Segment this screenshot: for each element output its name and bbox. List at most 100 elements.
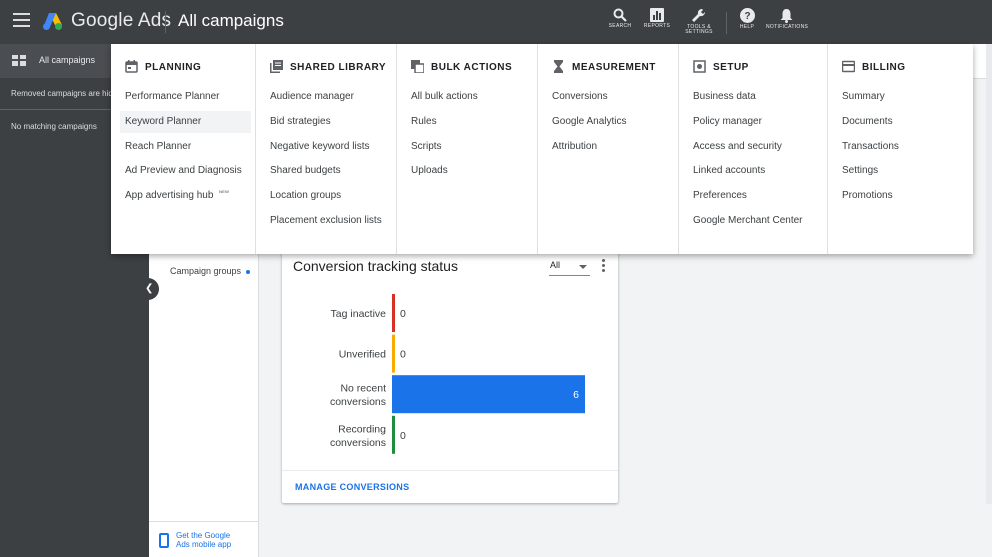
- no-matching-campaigns: No matching campaigns: [11, 122, 97, 131]
- more-options-icon[interactable]: [600, 259, 606, 273]
- menu-item-attribution[interactable]: Attribution: [547, 136, 674, 158]
- bar-tag-inactive[interactable]: [392, 294, 395, 332]
- menu-item-access-and-security[interactable]: Access and security: [688, 136, 823, 158]
- new-badge: NEW: [219, 189, 230, 195]
- menu-item-summary[interactable]: Summary: [837, 86, 968, 108]
- google-ads-logo: [43, 13, 62, 30]
- card-footer: MANAGE CONVERSIONS: [282, 470, 618, 503]
- menu-column-setup: SETUP Business data Policy manager Access a…: [679, 44, 828, 254]
- menu-item-keyword-planner[interactable]: Keyword Planner: [120, 110, 251, 133]
- top-app-bar: Google Ads All campaigns SEARCH REPORTS …: [0, 0, 992, 44]
- menu-item-label: Access and security: [693, 140, 782, 152]
- menu-item-app-advertising-hub[interactable]: App advertising hub NEW: [120, 185, 251, 207]
- category-label: conversions: [330, 437, 386, 449]
- menu-item-policy-manager[interactable]: Policy manager: [688, 111, 823, 133]
- scrollbar[interactable]: [986, 44, 992, 504]
- search-label: SEARCH: [608, 23, 632, 29]
- menu-column-measurement: MEASUREMENT Conversions Google Analytics At…: [538, 44, 679, 254]
- menu-item-label: Conversions: [552, 91, 608, 102]
- menu-item-ad-preview-and-diagnosis[interactable]: Ad Preview and Diagnosis: [120, 160, 251, 182]
- library-icon: [270, 60, 283, 73]
- menu-column-title: SETUP: [713, 62, 749, 73]
- bar-no-recent-conversions[interactable]: [392, 375, 585, 414]
- menu-item-transactions[interactable]: Transactions: [837, 136, 968, 158]
- menu-item-google-merchant-center[interactable]: Google Merchant Center: [688, 210, 823, 232]
- menu-column-bulk-actions: BULK ACTIONS All bulk actions Rules Scripts…: [397, 44, 538, 254]
- menu-item-business-data[interactable]: Business data: [688, 86, 823, 108]
- menu-item-label: Transactions: [842, 140, 899, 152]
- calendar-icon: [125, 60, 138, 73]
- status-filter-value: All: [550, 260, 561, 270]
- brand-name: Google Ads: [71, 10, 172, 31]
- conversion-tracking-card: Conversion tracking status All Tag inact…: [282, 238, 618, 503]
- menu-item-bid-strategies[interactable]: Bid strategies: [265, 111, 392, 133]
- menu-item-placement-exclusion-lists[interactable]: Placement exclusion lists: [265, 210, 392, 232]
- menu-item-label: Audience manager: [270, 91, 354, 102]
- menu-item-label: Business data: [693, 91, 756, 102]
- tools-settings-button[interactable]: TOOLS & SETTINGS: [679, 8, 719, 35]
- menu-item-google-analytics[interactable]: Google Analytics: [547, 111, 674, 133]
- help-icon: ?: [739, 8, 755, 23]
- menu-item-label: Ad Preview and Diagnosis: [125, 165, 242, 177]
- bar-recording-conversions[interactable]: [392, 415, 395, 454]
- help-button[interactable]: ? HELP: [727, 8, 767, 30]
- page-menu-item-campaign-groups[interactable]: Campaign groups: [170, 266, 241, 276]
- menu-item-negative-keyword-lists[interactable]: Negative keyword lists: [265, 136, 392, 158]
- menu-column-title: BILLING: [862, 62, 906, 73]
- phone-icon: [159, 533, 169, 548]
- mobile-app-promo[interactable]: Get the Google Ads mobile app: [149, 521, 259, 557]
- menu-item-all-bulk-actions[interactable]: All bulk actions: [406, 86, 533, 108]
- value-label: 0: [400, 308, 406, 320]
- menu-item-label: Preferences: [693, 190, 747, 202]
- menu-item-location-groups[interactable]: Location groups: [265, 185, 392, 207]
- page-header-edge: [972, 44, 986, 79]
- hourglass-icon: [554, 60, 563, 73]
- menu-column-billing: BILLING Summary Documents Transactions Setti…: [828, 44, 973, 254]
- value-label: 0: [400, 349, 406, 361]
- menu-item-label: Documents: [842, 115, 893, 127]
- menu-item-shared-budgets[interactable]: Shared budgets: [265, 160, 392, 182]
- reports-label: REPORTS: [643, 23, 671, 29]
- menu-item-label: Performance Planner: [125, 91, 220, 102]
- bar-unverified[interactable]: [392, 334, 395, 373]
- manage-conversions-link[interactable]: MANAGE CONVERSIONS: [295, 482, 409, 492]
- status-filter-select[interactable]: All: [549, 256, 590, 276]
- menu-icon[interactable]: [13, 13, 30, 27]
- menu-item-label: Attribution: [552, 140, 598, 152]
- menu-item-scripts[interactable]: Scripts: [406, 136, 533, 158]
- menu-item-label: App advertising hub: [125, 190, 214, 202]
- dashboard-icon: [12, 55, 26, 66]
- search-button[interactable]: SEARCH: [600, 8, 640, 29]
- setup-icon: [693, 60, 706, 73]
- category-label: Tag inactive: [331, 308, 387, 320]
- chevron-left-icon: ❮: [145, 283, 154, 294]
- menu-item-label: Settings: [842, 165, 879, 177]
- menu-item-conversions[interactable]: Conversions: [547, 86, 674, 108]
- reports-button[interactable]: REPORTS: [637, 8, 677, 29]
- new-indicator-dot: [246, 270, 250, 274]
- dropdown-arrow-icon: [579, 265, 587, 269]
- menu-item-promotions[interactable]: Promotions: [837, 185, 968, 207]
- menu-item-uploads[interactable]: Uploads: [406, 160, 533, 182]
- value-label: 6: [573, 389, 579, 401]
- menu-column-title: SHARED LIBRARY: [290, 62, 387, 73]
- menu-column-shared-library: SHARED LIBRARY Audience manager Bid strate…: [256, 44, 397, 254]
- menu-column-title: MEASUREMENT: [572, 62, 656, 73]
- menu-item-performance-planner[interactable]: Performance Planner: [120, 86, 251, 108]
- menu-item-settings[interactable]: Settings: [837, 160, 968, 182]
- menu-item-label: Shared budgets: [270, 165, 341, 177]
- notifications-label: NOTIFICATIONS: [766, 24, 809, 30]
- menu-item-reach-planner[interactable]: Reach Planner: [120, 136, 251, 158]
- menu-item-preferences[interactable]: Preferences: [688, 185, 823, 207]
- menu-column-title: PLANNING: [145, 62, 202, 73]
- divider: [165, 11, 166, 33]
- menu-item-label: Linked accounts: [693, 165, 766, 177]
- notifications-button[interactable]: NOTIFICATIONS: [766, 8, 809, 30]
- menu-item-label: Placement exclusion lists: [270, 215, 382, 226]
- svg-text:?: ?: [744, 11, 750, 22]
- menu-item-linked-accounts[interactable]: Linked accounts: [688, 160, 823, 182]
- wrench-icon: [692, 8, 706, 22]
- menu-item-audience-manager[interactable]: Audience manager: [265, 86, 392, 108]
- menu-item-documents[interactable]: Documents: [837, 111, 968, 133]
- menu-item-rules[interactable]: Rules: [406, 111, 533, 133]
